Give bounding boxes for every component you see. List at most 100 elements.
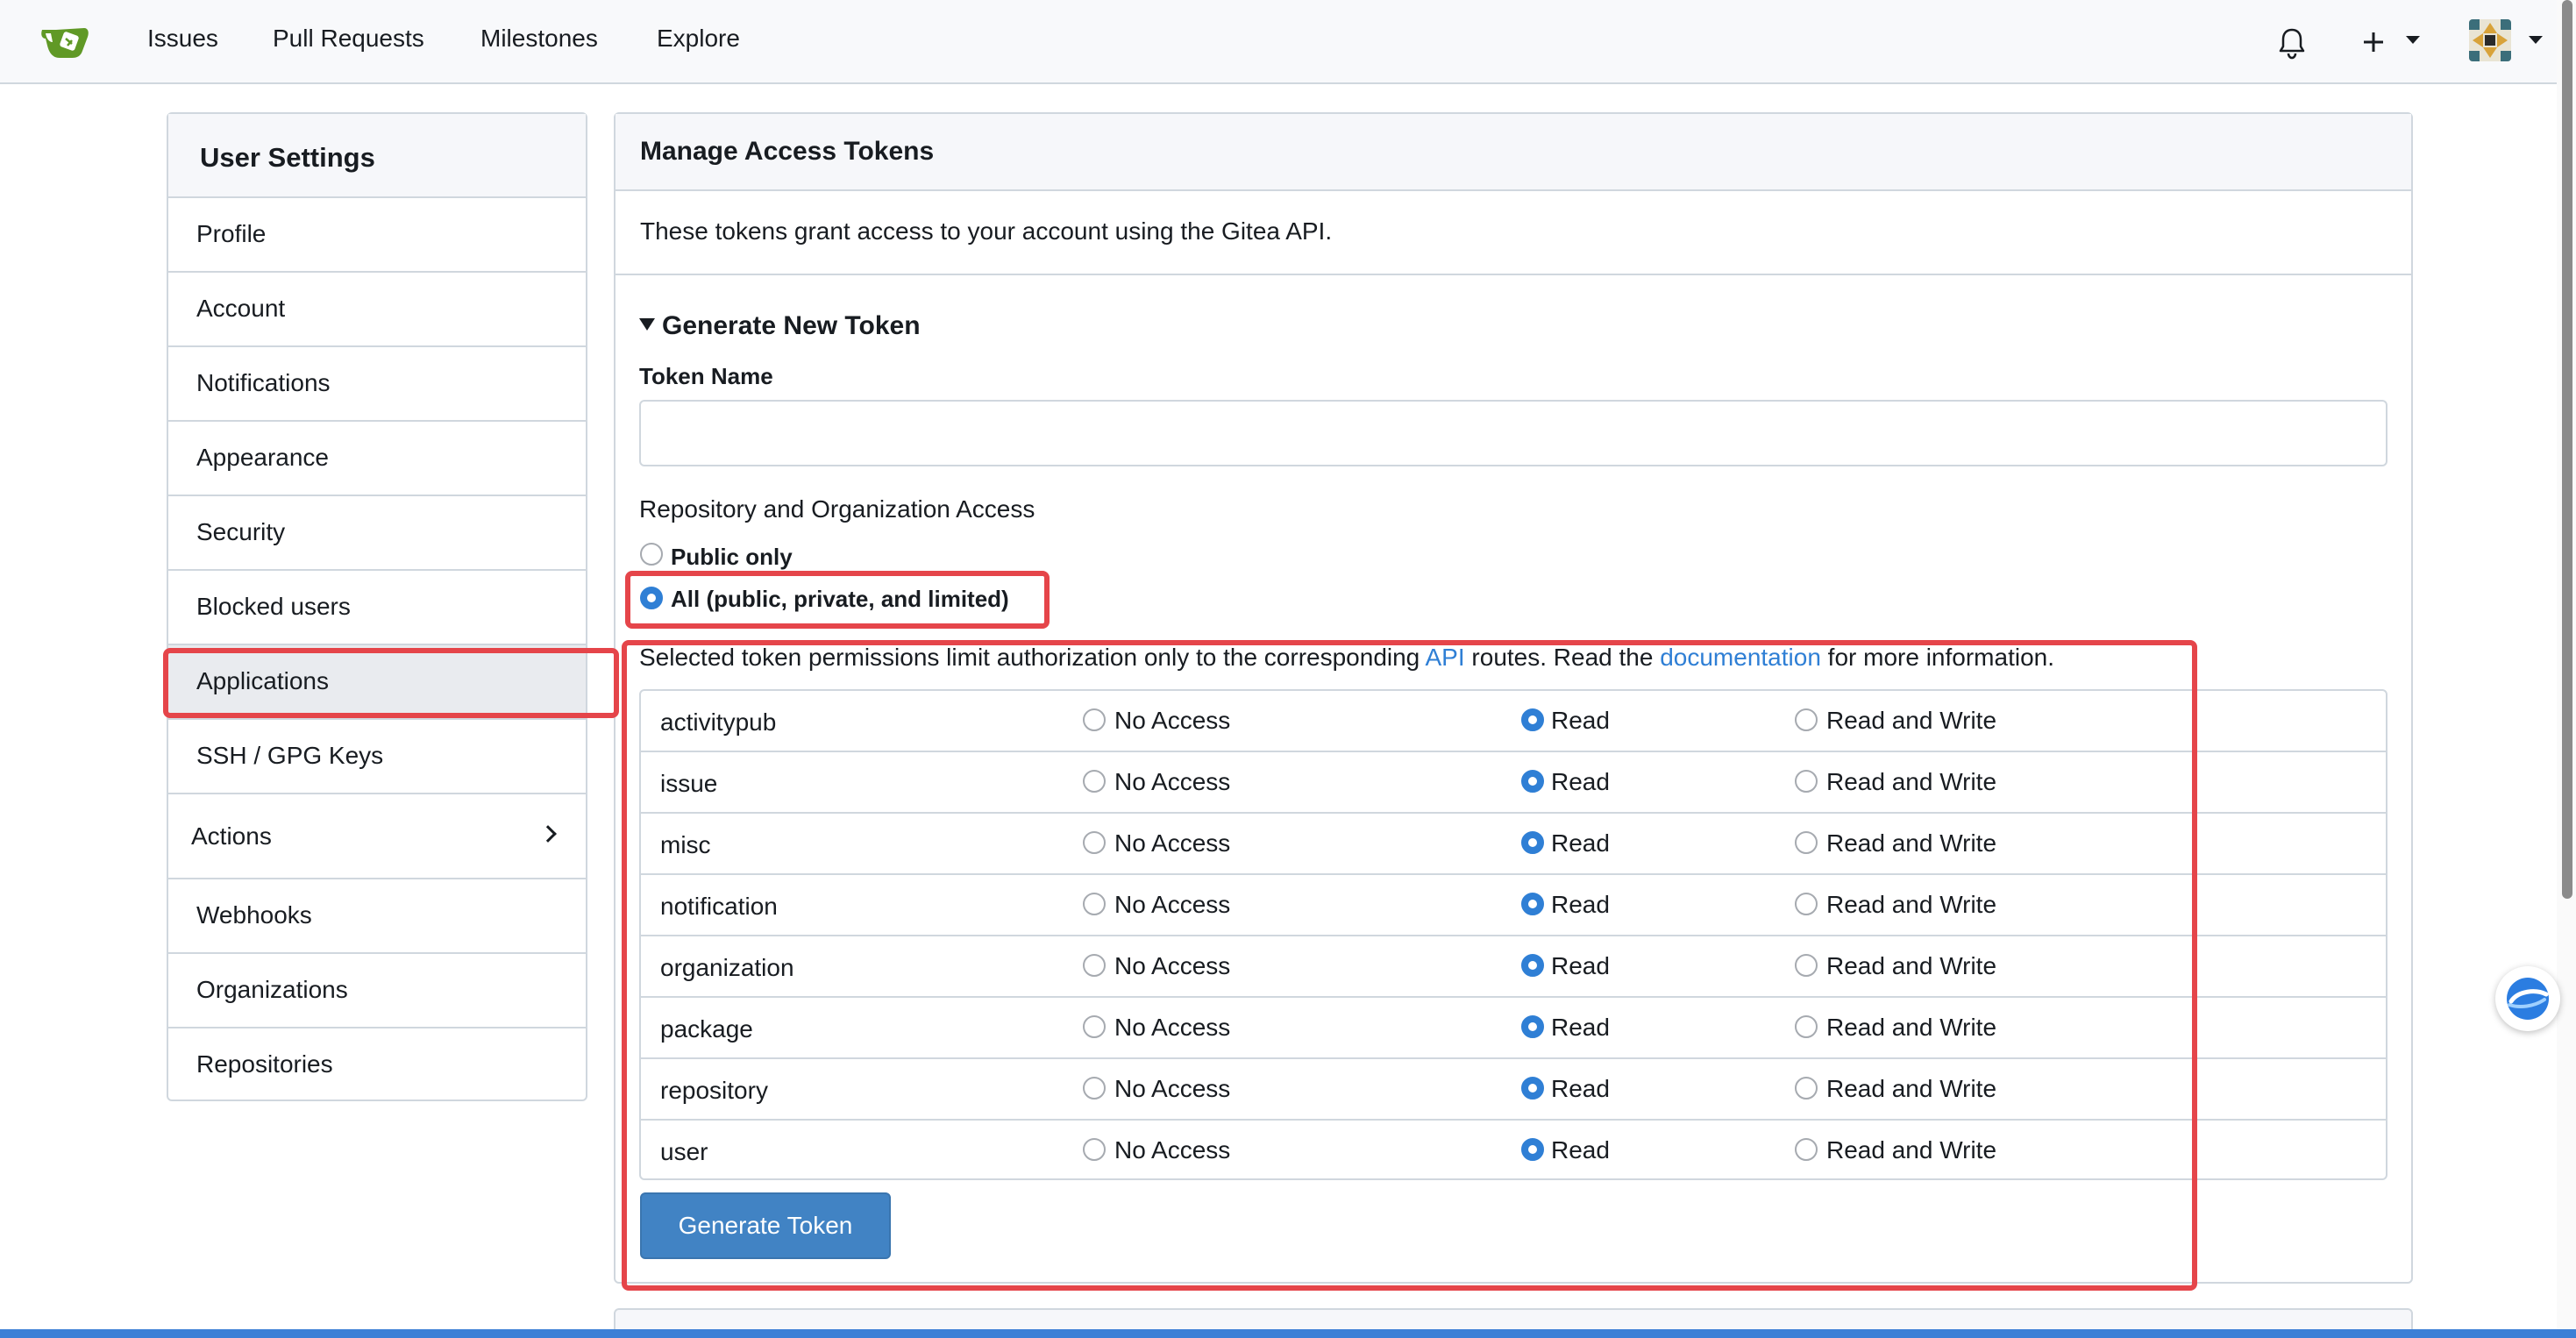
radio-repository-no-access[interactable]	[1083, 1077, 1106, 1100]
bell-icon[interactable]	[2276, 18, 2308, 67]
sidebar-item-webhooks[interactable]: Webhooks	[168, 879, 586, 954]
generate-token-button[interactable]: Generate Token	[640, 1192, 891, 1259]
radio-misc-read[interactable]	[1521, 831, 1544, 854]
radio-organization-no-access[interactable]	[1083, 954, 1106, 977]
permission-option-label: No Access	[1114, 1075, 1231, 1102]
permission-option-label: Read	[1551, 952, 1610, 979]
panel-title: Manage Access Tokens	[616, 114, 2411, 191]
permission-category: package	[660, 1015, 753, 1043]
radio-misc-no-access[interactable]	[1083, 831, 1106, 854]
permission-category: repository	[660, 1077, 768, 1104]
permissions-note-text-3: for more information.	[1820, 644, 2055, 671]
permission-option-label: No Access	[1114, 829, 1231, 857]
top-navbar: Issues Pull Requests Milestones Explore	[0, 0, 2576, 84]
permission-option-label: No Access	[1114, 891, 1231, 918]
permission-option-label: Read and Write	[1826, 891, 1997, 918]
sidebar-title: User Settings	[168, 114, 586, 198]
token-name-input[interactable]	[639, 400, 2387, 466]
radio-issue-no-access[interactable]	[1083, 770, 1106, 793]
permission-option-label: No Access	[1114, 768, 1231, 795]
radio-package-no-access[interactable]	[1083, 1015, 1106, 1038]
permission-row-notification: notification No Access Read Read and Write	[641, 875, 2386, 936]
generate-token-summary: Generate New Token	[662, 311, 921, 340]
permission-category: user	[660, 1138, 708, 1165]
access-label: Repository and Organization Access	[639, 495, 1035, 523]
permission-option-label: Read and Write	[1826, 707, 1997, 734]
permission-option-label: Read	[1551, 1075, 1610, 1102]
radio-user-no-access[interactable]	[1083, 1138, 1106, 1161]
permission-option-label: Read	[1551, 707, 1610, 734]
floating-assistant-button[interactable]	[2495, 966, 2560, 1031]
option-all-access-label: All (public, private, and limited)	[671, 586, 1009, 612]
permission-category: misc	[660, 831, 711, 858]
nav-issues[interactable]: Issues	[147, 25, 218, 53]
scrollbar-thumb[interactable]	[2562, 0, 2572, 899]
radio-user-read[interactable]	[1521, 1138, 1544, 1161]
radio-all-access[interactable]	[640, 587, 663, 609]
radio-activitypub-read[interactable]	[1521, 708, 1544, 731]
sidebar-item-repositories[interactable]: Repositories	[168, 1028, 586, 1103]
permission-category: notification	[660, 893, 778, 920]
permissions-note-text-2: routes. Read the	[1464, 644, 1661, 671]
generate-token-toggle[interactable]: Generate New Token	[639, 311, 921, 341]
sidebar-item-security[interactable]: Security	[168, 496, 586, 571]
radio-package-read[interactable]	[1521, 1015, 1544, 1038]
radio-misc-read-write[interactable]	[1795, 831, 1818, 854]
permission-row-issue: issue No Access Read Read and Write	[641, 752, 2386, 814]
radio-organization-read-write[interactable]	[1795, 954, 1818, 977]
sidebar-item-ssh-gpg-keys[interactable]: SSH / GPG Keys	[168, 720, 586, 794]
sidebar-item-organizations[interactable]: Organizations	[168, 954, 586, 1028]
sidebar-item-actions-label: Actions	[191, 822, 272, 850]
permission-option-label: Read	[1551, 768, 1610, 795]
sidebar-item-actions[interactable]: Actions	[168, 794, 586, 879]
permission-option-label: Read and Write	[1826, 952, 1997, 979]
radio-repository-read[interactable]	[1521, 1077, 1544, 1100]
token-name-label: Token Name	[639, 363, 773, 389]
radio-issue-read-write[interactable]	[1795, 770, 1818, 793]
documentation-link[interactable]: documentation	[1660, 644, 1821, 671]
permission-category: issue	[660, 770, 718, 797]
user-menu-caret-icon[interactable]	[2529, 36, 2543, 44]
radio-notification-no-access[interactable]	[1083, 893, 1106, 915]
permission-row-misc: misc No Access Read Read and Write	[641, 814, 2386, 875]
permission-option-label: Read	[1551, 829, 1610, 857]
permission-option-label: No Access	[1114, 1136, 1231, 1164]
sidebar-item-profile[interactable]: Profile	[168, 198, 586, 273]
gitea-logo-icon[interactable]	[39, 21, 95, 60]
radio-notification-read-write[interactable]	[1795, 893, 1818, 915]
radio-user-read-write[interactable]	[1795, 1138, 1818, 1161]
triangle-down-icon	[639, 318, 655, 331]
permission-category: activitypub	[660, 708, 777, 736]
radio-activitypub-no-access[interactable]	[1083, 708, 1106, 731]
panel-description: These tokens grant access to your accoun…	[616, 191, 2411, 275]
radio-repository-read-write[interactable]	[1795, 1077, 1818, 1100]
nav-milestones[interactable]: Milestones	[480, 25, 598, 53]
radio-activitypub-read-write[interactable]	[1795, 708, 1818, 731]
sidebar-item-account[interactable]: Account	[168, 273, 586, 347]
option-public-only-label: Public only	[671, 544, 793, 570]
nav-explore[interactable]: Explore	[657, 25, 740, 53]
assistant-icon	[2507, 978, 2549, 1020]
sidebar-item-blocked-users[interactable]: Blocked users	[168, 571, 586, 645]
permissions-table: activitypub No Access Read Read and Write is…	[639, 689, 2387, 1180]
plus-icon[interactable]	[2360, 18, 2387, 67]
avatar[interactable]	[2469, 19, 2511, 61]
permission-option-label: No Access	[1114, 952, 1231, 979]
permission-option-label: Read	[1551, 891, 1610, 918]
sidebar-item-notifications[interactable]: Notifications	[168, 347, 586, 422]
permission-row-activitypub: activitypub No Access Read Read and Write	[641, 691, 2386, 752]
permission-option-label: Read and Write	[1826, 1075, 1997, 1102]
sidebar-item-appearance[interactable]: Appearance	[168, 422, 586, 496]
permissions-note: Selected token permissions limit authori…	[639, 644, 2054, 672]
api-link[interactable]: API	[1426, 644, 1465, 671]
create-caret-icon[interactable]	[2406, 36, 2420, 44]
nav-pull-requests[interactable]: Pull Requests	[273, 25, 424, 53]
radio-notification-read[interactable]	[1521, 893, 1544, 915]
sidebar-item-applications[interactable]: Applications	[168, 645, 586, 720]
radio-organization-read[interactable]	[1521, 954, 1544, 977]
settings-sidebar: User Settings Profile Account Notificati…	[167, 112, 587, 1101]
radio-public-only[interactable]	[640, 543, 663, 566]
scrollbar-track[interactable]	[2557, 0, 2576, 1338]
radio-package-read-write[interactable]	[1795, 1015, 1818, 1038]
radio-issue-read[interactable]	[1521, 770, 1544, 793]
